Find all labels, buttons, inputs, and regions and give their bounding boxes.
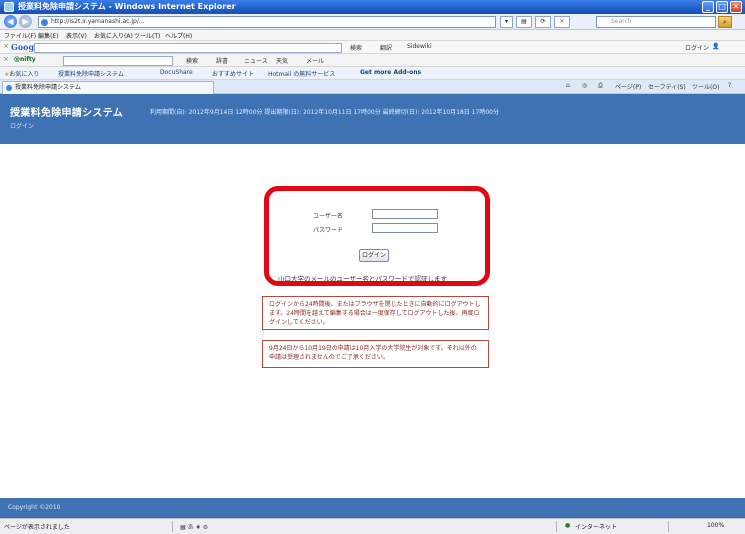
login-form-highlight <box>264 186 490 286</box>
google-search-input[interactable] <box>34 43 342 53</box>
address-url: http://is2t.ir.yamanashi.ac.jp/... <box>51 18 145 25</box>
password-input[interactable] <box>372 223 438 233</box>
favorites-button[interactable]: ★お気に入り <box>4 69 39 78</box>
menu-bar: ファイル(F) 編集(E) 表示(V) お気に入り(A) ツール(T) ヘルプ(… <box>0 30 745 41</box>
menu-favorites[interactable]: お気に入り(A) <box>94 31 133 40</box>
favorite-link-system[interactable]: 授業料免除申請システム <box>58 69 124 78</box>
page-title: 授業料免除申請システム <box>10 108 123 119</box>
internet-zone-icon: ● <box>565 522 571 529</box>
nifty-news-button[interactable]: ニュース <box>244 56 268 65</box>
compatibility-view-icon[interactable]: ▤ <box>516 16 532 28</box>
notice-application-period: 9月24日から10月19日の申請は10月入学の大学院生が対象です。それ以外の申請… <box>262 340 489 368</box>
nifty-weather-button[interactable]: 天気 <box>276 56 288 65</box>
nifty-search-input[interactable] <box>63 56 173 66</box>
password-label: パスワード <box>313 227 344 234</box>
menu-edit[interactable]: 編集(E) <box>38 31 58 40</box>
status-message: ページが表示されました <box>4 524 70 531</box>
window-title: 授業料免除申請システム - Windows Internet Explorer <box>18 2 236 11</box>
status-divider <box>556 521 557 532</box>
notice-session-timeout: ログインから24時間後、またはブラウザを閉じたときに自動的にログアウトします。2… <box>262 296 489 330</box>
tab-active[interactable]: 授業料免除申請システム <box>2 81 214 94</box>
safety-menu[interactable]: セーフティ(S) <box>648 82 686 91</box>
login-button[interactable]: ログイン <box>359 249 389 262</box>
menu-tools[interactable]: ツール(T) <box>134 31 160 40</box>
menu-file[interactable]: ファイル(F) <box>4 31 36 40</box>
menu-view[interactable]: 表示(V) <box>66 31 87 40</box>
favorites-bar: ★お気に入り 授業料免除申請システム DocuShare おすすめサイト Hot… <box>0 67 745 80</box>
google-login-button[interactable]: ログイン <box>685 43 709 52</box>
favorite-link-recommended[interactable]: おすすめサイト <box>212 69 254 78</box>
nifty-logo: @nifty <box>14 56 36 63</box>
favorite-link-hotmail[interactable]: Hotmail の無料サービス <box>268 69 335 78</box>
toolbar-close-icon[interactable]: × <box>3 55 9 63</box>
application-periods: 利用期間(自): 2012年9月14日 12時00分 提出期限(日): 2012… <box>150 109 499 116</box>
search-placeholder: Search <box>611 18 632 25</box>
maximize-button[interactable]: □ <box>716 1 728 13</box>
window-title-bar: 授業料免除申請システム - Windows Internet Explorer … <box>0 0 745 14</box>
address-dropdown-button[interactable]: ▾ <box>500 16 513 28</box>
minimize-button[interactable]: _ <box>702 1 714 13</box>
login-link[interactable]: ログイン <box>10 121 34 130</box>
status-bar: ページが表示されました ▦ あ ♦ ⚙ ● インターネット 100% <box>0 518 745 534</box>
search-input[interactable]: Search <box>596 16 716 28</box>
google-sidewiki-button[interactable]: Sidewiki <box>407 43 432 50</box>
nifty-toolbar: × @nifty 検索 辞書 ニュース 天気 メール <box>0 54 745 67</box>
google-toolbar: × Google 検索 翻訳 Sidewiki ログイン 👤 <box>0 41 745 54</box>
ie-icon <box>4 2 14 12</box>
username-input[interactable] <box>372 209 438 219</box>
nifty-search-button[interactable]: 検索 <box>186 56 198 65</box>
feeds-icon[interactable]: ◎ <box>582 82 587 89</box>
status-divider <box>668 521 669 532</box>
page-header: 授業料免除申請システム 利用期間(自): 2012年9月14日 12時00分 提… <box>0 94 745 144</box>
page-menu[interactable]: ページ(P) <box>615 82 641 91</box>
search-icon[interactable]: ⌕ <box>718 16 732 28</box>
tools-menu[interactable]: ツール(O) <box>692 82 719 91</box>
nifty-dictionary-button[interactable]: 辞書 <box>216 56 228 65</box>
refresh-icon[interactable]: ⟳ <box>535 16 551 28</box>
stop-icon[interactable]: ✕ <box>554 16 570 28</box>
page-footer: Copyright ©2010 <box>0 498 745 518</box>
close-button[interactable]: ✕ <box>730 1 742 13</box>
security-zone: インターネット <box>575 524 618 531</box>
google-search-button[interactable]: 検索 <box>350 43 362 52</box>
page-icon <box>6 85 12 91</box>
user-icon[interactable]: 👤 <box>712 43 719 50</box>
status-divider <box>172 521 173 532</box>
forward-button[interactable]: ▶ <box>19 15 32 28</box>
tab-bar: 授業料免除申請システム ⌂ ◎ ⎙ ページ(P) セーフティ(S) ツール(O)… <box>0 80 745 94</box>
login-hint: 山口大学のメールのユーザー名とパスワードで認証します <box>278 275 447 283</box>
back-button[interactable]: ◀ <box>4 15 17 28</box>
menu-help[interactable]: ヘルプ(H) <box>165 31 192 40</box>
favorite-link-docushare[interactable]: DocuShare <box>160 69 193 76</box>
copyright-text: Copyright ©2010 <box>8 504 61 511</box>
google-translate-button[interactable]: 翻訳 <box>380 43 392 52</box>
address-input[interactable]: http://is2t.ir.yamanashi.ac.jp/... <box>38 16 496 28</box>
favorites-label: お気に入り <box>9 71 40 78</box>
page-icon <box>41 19 48 26</box>
help-icon[interactable]: ? <box>728 82 731 89</box>
ime-toolbar-icon[interactable]: ▦ あ ♦ ⚙ <box>180 522 208 531</box>
home-icon[interactable]: ⌂ <box>566 82 570 89</box>
tab-title: 授業料免除申請システム <box>15 84 81 91</box>
nifty-mail-button[interactable]: メール <box>306 56 324 65</box>
favorite-link-addons[interactable]: Get more Add-ons <box>360 69 421 76</box>
print-icon[interactable]: ⎙ <box>598 82 603 90</box>
username-label: ユーザー名 <box>313 213 343 220</box>
zoom-level[interactable]: 100% <box>707 522 724 529</box>
address-toolbar: ◀ ▶ http://is2t.ir.yamanashi.ac.jp/... ▾… <box>0 14 745 30</box>
toolbar-close-icon[interactable]: × <box>3 42 9 50</box>
